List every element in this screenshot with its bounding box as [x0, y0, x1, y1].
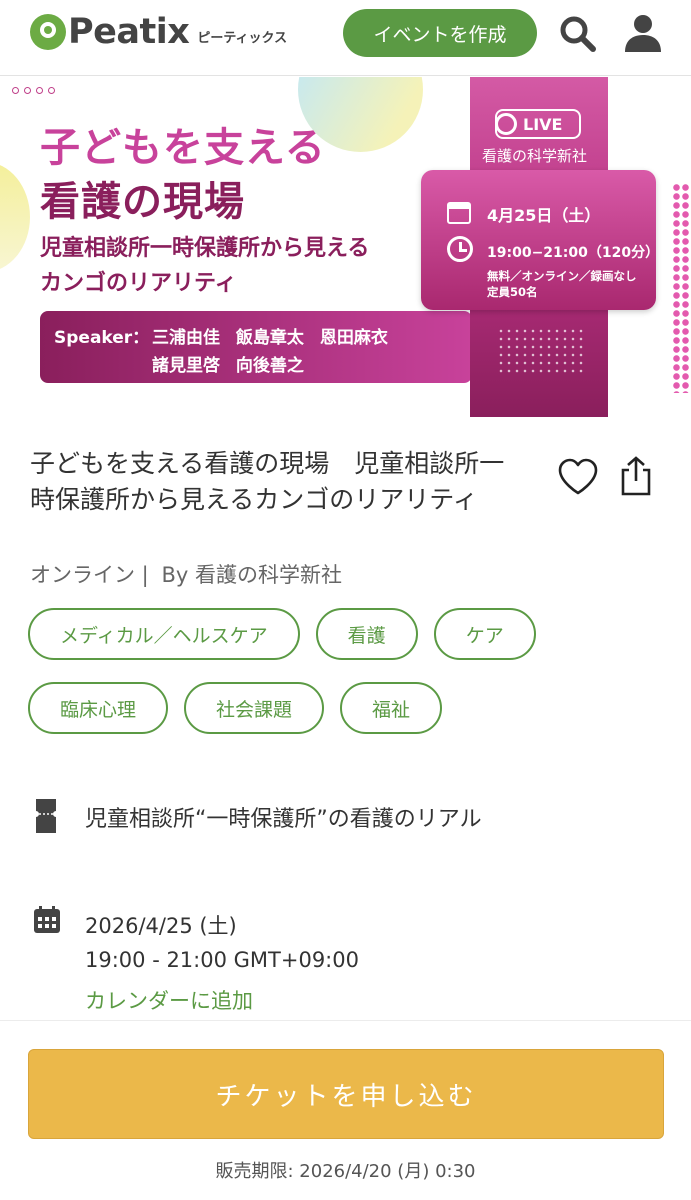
add-to-calendar-link[interactable]: カレンダーに追加: [85, 985, 253, 1015]
tag-chip[interactable]: ケア: [433, 608, 536, 660]
banner-date-card: 4月25日（土） 19:00−21:00（120分） 無料／オンライン／録画なし…: [421, 170, 660, 310]
banner-subtitle-line1: 児童相談所一時保護所から見える: [40, 236, 370, 261]
card-time: 19:00−21:00（120分）: [487, 245, 660, 261]
apply-ticket-button[interactable]: チケットを申し込む: [28, 1049, 664, 1139]
banner-publisher: 看護の科学新社: [482, 147, 588, 165]
logo-subtext: ピーティックス: [197, 30, 288, 46]
clock-icon: [447, 236, 473, 262]
event-organizer-link[interactable]: By 看護の科学新社: [161, 563, 342, 587]
live-dot-icon: [495, 113, 517, 135]
heart-icon[interactable]: [557, 457, 599, 497]
tag-chip[interactable]: メディカル／ヘルスケア: [28, 608, 300, 660]
speaker-label: Speaker：: [54, 328, 150, 348]
event-title: 子どもを支える看護の現場 児童相談所一時保護所から見えるカンゴのリアリティ: [30, 449, 505, 514]
create-event-button[interactable]: イベントを作成: [343, 9, 537, 57]
decorative-dot-grid: [672, 183, 691, 393]
ticket-name: 児童相談所“一時保護所”の看護のリアル: [85, 807, 482, 832]
event-meta: オンライン | By 看護の科学新社: [30, 559, 342, 589]
top-header: Peatix ピーティックス イベントを作成: [0, 0, 691, 76]
speaker-box: Speaker： 三浦由佳 飯島章太 恩田麻衣 諸見里啓 向後善之: [40, 311, 472, 383]
event-location: オンライン |: [30, 563, 149, 587]
speakers-row: 三浦由佳 飯島章太 恩田麻衣: [152, 328, 388, 348]
share-icon[interactable]: [618, 455, 654, 497]
logo-text: Peatix: [68, 12, 190, 52]
decorative-circle: [0, 162, 30, 272]
bottom-action-bar: チケットを申し込む 販売期限: 2026/4/20 (月) 0:30: [0, 1020, 691, 1200]
search-icon[interactable]: [558, 14, 598, 54]
peatix-logo[interactable]: Peatix ピーティックス: [30, 12, 287, 52]
card-note: 定員50名: [487, 285, 538, 299]
sales-deadline: 販売期限: 2026/4/20 (月) 0:30: [215, 1161, 476, 1182]
speakers-row: 諸見里啓 向後善之: [152, 356, 304, 376]
card-date: 4月25日（土）: [487, 206, 601, 225]
card-note: 無料／オンライン／録画なし: [487, 269, 637, 283]
event-date: 2026/4/25 (土): [85, 914, 237, 938]
decorative-dots: [12, 87, 55, 94]
user-icon[interactable]: [622, 12, 664, 54]
banner-subtitle-line2: カンゴのリアリティ: [40, 271, 237, 296]
calendar-icon: [447, 202, 471, 224]
ticket-icon: [36, 799, 56, 833]
tag-chip[interactable]: 福祉: [340, 682, 443, 734]
tag-chip[interactable]: 社会課題: [184, 682, 325, 734]
event-time: 19:00 - 21:00 GMT+09:00: [85, 948, 359, 972]
tag-chip[interactable]: 看護: [315, 608, 418, 660]
decorative-dot-grid: [497, 327, 587, 373]
live-label: LIVE: [523, 114, 563, 134]
tag-chip[interactable]: 臨床心理: [28, 682, 169, 734]
event-banner: 子どもを支える 看護の現場 児童相談所一時保護所から見える カンゴのリアリティ …: [0, 77, 691, 417]
banner-title-line1: 子どもを支える: [40, 125, 326, 171]
banner-title-line2: 看護の現場: [40, 179, 245, 225]
live-badge: LIVE: [495, 109, 581, 139]
tag-list: メディカル／ヘルスケア 看護 ケア 臨床心理 社会課題 福祉: [28, 608, 668, 734]
peatix-logo-icon: [30, 14, 66, 50]
calendar-icon: [34, 906, 60, 933]
